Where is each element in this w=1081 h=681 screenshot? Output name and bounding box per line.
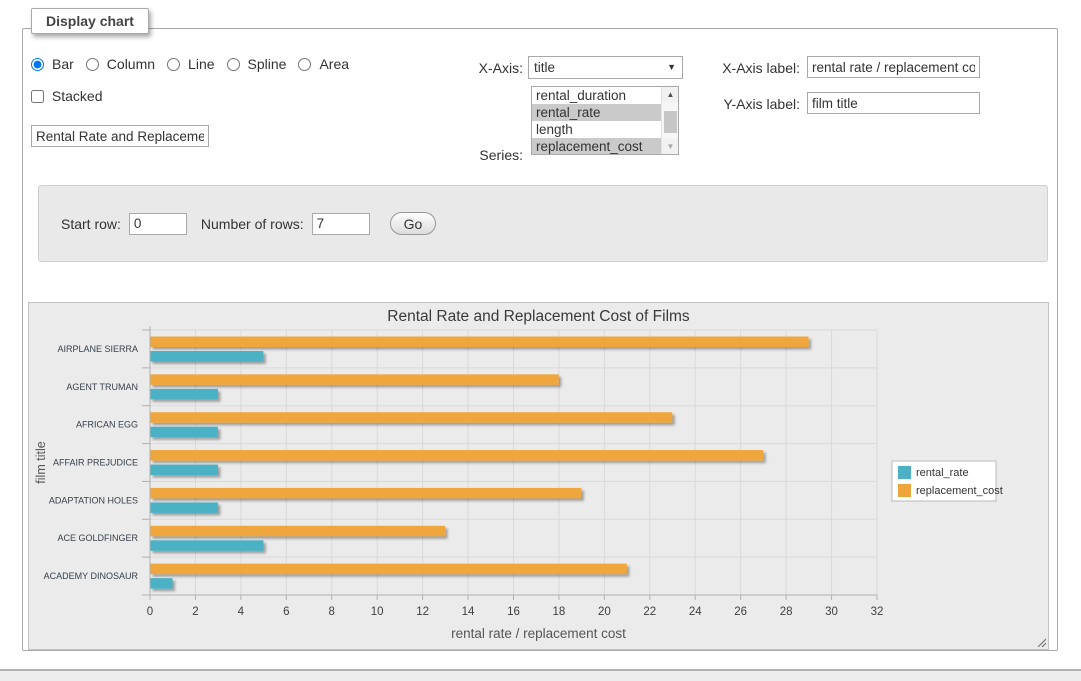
series-option[interactable]: replacement_cost: [532, 138, 661, 155]
category-label: ADAPTATION HOLES: [49, 495, 138, 505]
scrollbar-up-arrow-icon[interactable]: ▲: [662, 87, 679, 102]
x-axis-tick-label: 6: [283, 606, 289, 618]
x-axis-label-label: X-Axis label:: [678, 60, 800, 76]
display-chart-fieldset: Display chart Bar Column Line Spline Are…: [22, 28, 1058, 651]
x-axis-select-label: X-Axis:: [423, 60, 523, 76]
radio-bar[interactable]: [31, 58, 44, 71]
x-axis-tick-label: 4: [238, 606, 245, 618]
legend-item-rental_rate[interactable]: rental_rate: [898, 466, 969, 479]
radio-spline[interactable]: [227, 58, 240, 71]
radio-area-label[interactable]: Area: [319, 56, 349, 72]
x-axis-tick-label: 8: [329, 606, 335, 618]
chart-title: Rental Rate and Replacement Cost of Film…: [387, 308, 690, 325]
bar-rental-rate: [150, 427, 218, 438]
bar-rental-rate: [150, 578, 172, 589]
x-axis-select[interactable]: title: [528, 56, 683, 79]
x-axis-tick-label: 22: [643, 606, 656, 618]
next-section-strip: [0, 669, 1081, 681]
x-axis-tick-label: 20: [598, 606, 611, 618]
x-axis-tick-label: 0: [147, 606, 153, 618]
bar-replacement-cost: [150, 450, 763, 461]
bar-rental-rate: [150, 502, 218, 513]
series-option[interactable]: length: [532, 121, 661, 138]
legend-label: rental_rate: [916, 467, 969, 479]
x-axis-tick-label: 28: [780, 606, 793, 618]
fieldset-legend: Display chart: [31, 8, 149, 34]
scrollbar-down-arrow-icon[interactable]: ▼: [662, 139, 679, 154]
resize-handle-icon[interactable]: [1036, 637, 1046, 647]
radio-spline-label[interactable]: Spline: [248, 56, 287, 72]
chart-svg: 02468101214161820222426283032AIRPLANE SI…: [29, 303, 1048, 649]
category-label: AFRICAN EGG: [76, 420, 138, 430]
radio-area[interactable]: [298, 58, 311, 71]
radio-line-label[interactable]: Line: [188, 56, 214, 72]
start-row-input[interactable]: [129, 213, 187, 235]
x-axis-tick-label: 10: [371, 606, 384, 618]
x-axis-tick-label: 14: [462, 606, 475, 618]
x-axis-tick-label: 16: [507, 606, 520, 618]
series-listbox[interactable]: rental_durationrental_ratelengthreplacem…: [531, 86, 679, 155]
x-axis-tick-label: 32: [871, 606, 884, 618]
bar-replacement-cost: [150, 564, 627, 575]
y-axis-label-label: Y-Axis label:: [678, 96, 800, 112]
series-option[interactable]: rental_duration: [532, 87, 661, 104]
bar-replacement-cost: [150, 526, 445, 537]
bar-rental-rate: [150, 540, 263, 551]
page: Display chart Bar Column Line Spline Are…: [0, 0, 1081, 681]
y-axis-title: film title: [34, 441, 48, 483]
rows-panel: Start row: Number of rows: Go: [38, 185, 1048, 262]
chart-legend: rental_rate replacement_cost: [892, 461, 1003, 501]
bar-replacement-cost: [150, 488, 581, 499]
x-axis-title: rental rate / replacement cost: [451, 626, 626, 641]
x-axis-tick-label: 2: [192, 606, 198, 618]
stacked-checkbox[interactable]: [31, 90, 44, 103]
x-axis-label-input[interactable]: [807, 56, 980, 78]
legend-swatch: [898, 484, 911, 497]
category-label: ACADEMY DINOSAUR: [44, 571, 139, 581]
x-axis-tick-label: 30: [825, 606, 838, 618]
series-listbox-items: rental_durationrental_ratelengthreplacem…: [532, 87, 661, 154]
series-option[interactable]: rental_rate: [532, 104, 661, 121]
x-axis-tick-label: 12: [416, 606, 429, 618]
start-row-label: Start row:: [61, 216, 121, 232]
category-label: AGENT TRUMAN: [66, 382, 138, 392]
x-axis-select-wrap: title ▼: [528, 56, 683, 79]
x-axis-tick-label: 26: [734, 606, 747, 618]
bar-replacement-cost: [150, 412, 672, 423]
radio-line[interactable]: [167, 58, 180, 71]
stacked-row: Stacked: [31, 88, 102, 104]
num-rows-label: Number of rows:: [201, 216, 304, 232]
chart-container: 02468101214161820222426283032AIRPLANE SI…: [28, 302, 1049, 650]
category-label: ACE GOLDFINGER: [57, 533, 138, 543]
category-label: AIRPLANE SIERRA: [57, 344, 138, 354]
radio-bar-label[interactable]: Bar: [52, 56, 74, 72]
x-axis-tick-label: 18: [553, 606, 566, 618]
bar-rental-rate: [150, 351, 263, 362]
bar-rental-rate: [150, 389, 218, 400]
series-listbox-scrollbar[interactable]: ▲ ▼: [661, 87, 678, 154]
y-axis-label-input[interactable]: [807, 92, 980, 114]
chart-title-input[interactable]: [31, 125, 209, 147]
legend-swatch: [898, 466, 911, 479]
stacked-label[interactable]: Stacked: [52, 88, 103, 104]
scrollbar-thumb[interactable]: [664, 111, 677, 133]
num-rows-input[interactable]: [312, 213, 370, 235]
radio-column-label[interactable]: Column: [107, 56, 155, 72]
go-button[interactable]: Go: [390, 212, 437, 235]
legend-label: replacement_cost: [916, 485, 1003, 497]
radio-column[interactable]: [86, 58, 99, 71]
series-select-label: Series:: [423, 147, 523, 163]
bar-replacement-cost: [150, 374, 559, 385]
category-label: AFFAIR PREJUDICE: [53, 458, 138, 468]
chart-type-radio-group: Bar Column Line Spline Area: [31, 56, 357, 72]
bar-rental-rate: [150, 465, 218, 476]
bar-replacement-cost: [150, 337, 809, 348]
x-axis-tick-label: 24: [689, 606, 702, 618]
